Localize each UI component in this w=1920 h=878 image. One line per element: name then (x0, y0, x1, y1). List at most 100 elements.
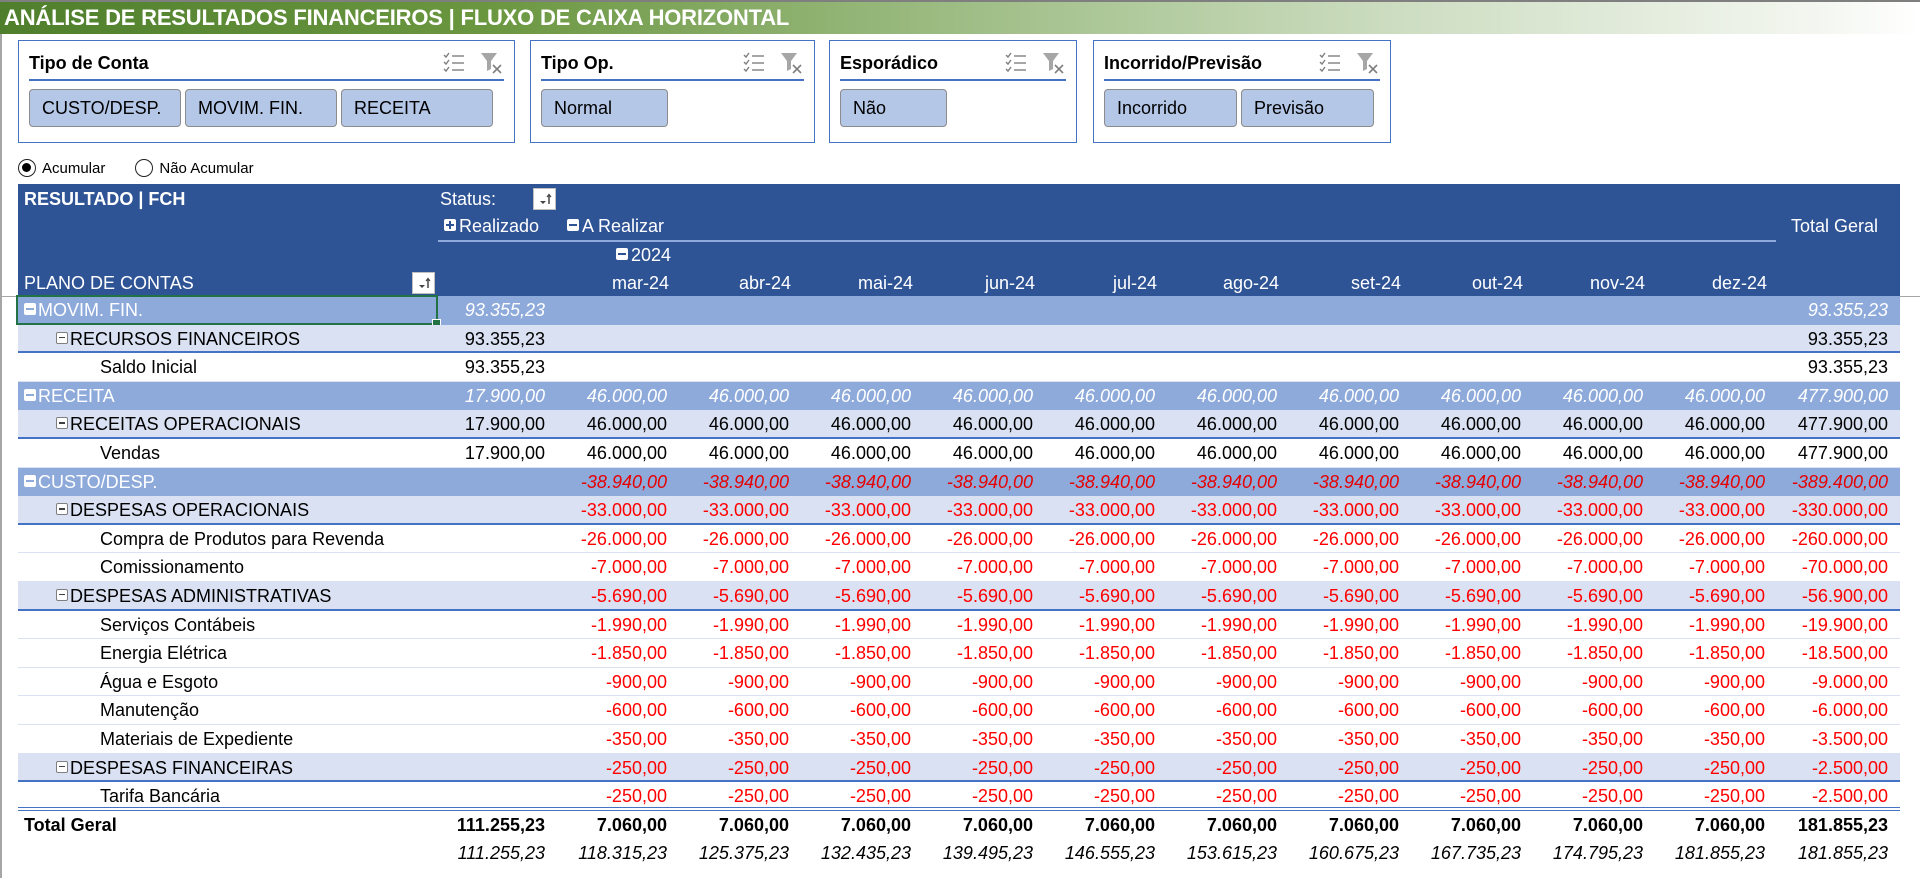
collapse-icon[interactable] (24, 303, 36, 315)
collapse-icon[interactable] (24, 388, 36, 401)
value-cell[interactable]: -7.000,00 (957, 553, 1033, 581)
collapse-icon[interactable] (567, 219, 579, 231)
row-label[interactable]: Manutenção (18, 696, 199, 724)
value-cell[interactable]: -2.500,00 (1812, 782, 1888, 807)
value-cell[interactable]: -250,00 (850, 782, 911, 807)
value-cell[interactable]: 46.000,00 (1563, 439, 1643, 467)
value-cell[interactable]: 111.255,23 (457, 811, 545, 840)
value-cell[interactable]: -5.690,00 (957, 582, 1033, 609)
value-cell[interactable]: -250,00 (1338, 782, 1399, 807)
slicer-item[interactable]: MOVIM. FIN. (185, 89, 337, 127)
value-cell[interactable]: 118.315,23 (578, 839, 667, 868)
value-cell[interactable]: -38.940,00 (947, 468, 1033, 497)
value-cell[interactable]: -7.000,00 (1079, 553, 1155, 581)
value-cell[interactable]: -38.940,00 (581, 468, 667, 497)
value-cell[interactable]: 46.000,00 (1441, 410, 1521, 437)
value-cell[interactable]: -56.900,00 (1802, 582, 1888, 609)
row-label[interactable]: Compra de Produtos para Revenda (18, 525, 384, 553)
slicer-item[interactable]: Incorrido (1104, 89, 1237, 127)
value-cell[interactable]: -33.000,00 (581, 496, 667, 523)
value-cell[interactable]: 7.060,00 (841, 811, 911, 840)
value-cell[interactable]: -350,00 (1582, 725, 1643, 753)
value-cell[interactable]: 46.000,00 (587, 382, 667, 411)
value-cell[interactable]: 46.000,00 (953, 382, 1033, 411)
row-label[interactable]: Água e Esgoto (18, 668, 218, 696)
value-cell[interactable]: -9.000,00 (1812, 668, 1888, 696)
value-cell[interactable]: -7.000,00 (1323, 553, 1399, 581)
value-cell[interactable]: -600,00 (1338, 696, 1399, 724)
collapse-icon[interactable] (56, 331, 68, 344)
value-cell[interactable]: -38.940,00 (1435, 468, 1521, 497)
value-cell[interactable]: -1.850,00 (591, 639, 667, 667)
value-cell[interactable]: 181.855,23 (1798, 839, 1888, 868)
collapse-icon[interactable] (56, 503, 68, 516)
multi-select-icon[interactable] (1004, 51, 1030, 75)
value-cell[interactable]: -7.000,00 (835, 553, 911, 581)
value-cell[interactable]: -389.400,00 (1792, 468, 1888, 497)
value-cell[interactable]: -5.690,00 (713, 582, 789, 609)
value-cell[interactable]: -900,00 (1704, 668, 1765, 696)
clear-filter-icon[interactable] (778, 51, 804, 75)
value-cell[interactable]: 46.000,00 (709, 410, 789, 437)
value-cell[interactable]: -350,00 (850, 725, 911, 753)
value-cell[interactable]: -5.690,00 (591, 582, 667, 609)
value-cell[interactable]: -7.000,00 (1567, 553, 1643, 581)
row-label[interactable]: Vendas (18, 439, 160, 467)
row-label[interactable]: DESPESAS ADMINISTRATIVAS (18, 582, 331, 609)
value-cell[interactable]: -1.850,00 (1689, 639, 1765, 667)
value-cell[interactable]: -600,00 (1460, 696, 1521, 724)
value-cell[interactable]: 46.000,00 (1197, 382, 1277, 411)
value-cell[interactable]: 93.355,23 (1808, 296, 1888, 325)
value-cell[interactable]: -250,00 (1704, 754, 1765, 781)
value-cell[interactable]: -38.940,00 (1069, 468, 1155, 497)
value-cell[interactable]: -26.000,00 (1679, 525, 1765, 553)
value-cell[interactable]: -5.690,00 (835, 582, 911, 609)
row-label[interactable]: Tarifa Bancária (18, 782, 220, 807)
value-cell[interactable]: 46.000,00 (1563, 382, 1643, 411)
radio-acumular[interactable]: Acumular (18, 159, 105, 177)
value-cell[interactable]: 46.000,00 (953, 439, 1033, 467)
value-cell[interactable]: -6.000,00 (1812, 696, 1888, 724)
value-cell[interactable]: -3.500,00 (1812, 725, 1888, 753)
value-cell[interactable]: -330.000,00 (1792, 496, 1888, 523)
value-cell[interactable]: -1.990,00 (713, 611, 789, 639)
row-label[interactable]: Saldo Inicial (18, 353, 197, 381)
value-cell[interactable]: -33.000,00 (947, 496, 1033, 523)
value-cell[interactable]: -38.940,00 (825, 468, 911, 497)
value-cell[interactable]: -26.000,00 (1313, 525, 1399, 553)
status-group-a-realizar[interactable]: A Realizar (567, 216, 664, 237)
value-cell[interactable]: 7.060,00 (1573, 811, 1643, 840)
row-label[interactable]: Energia Elétrica (18, 639, 227, 667)
value-cell[interactable]: -26.000,00 (947, 525, 1033, 553)
value-cell[interactable]: 46.000,00 (1563, 410, 1643, 437)
value-cell[interactable]: -26.000,00 (703, 525, 789, 553)
value-cell[interactable]: -250,00 (606, 782, 667, 807)
value-cell[interactable]: -600,00 (850, 696, 911, 724)
value-cell[interactable]: -600,00 (1094, 696, 1155, 724)
value-cell[interactable]: 93.355,23 (465, 296, 545, 325)
value-cell[interactable]: -1.850,00 (957, 639, 1033, 667)
value-cell[interactable]: 46.000,00 (709, 382, 789, 411)
value-cell[interactable]: -38.940,00 (1191, 468, 1277, 497)
value-cell[interactable]: -5.690,00 (1567, 582, 1643, 609)
value-cell[interactable]: 7.060,00 (597, 811, 667, 840)
year-header[interactable]: 2024 (616, 245, 671, 266)
value-cell[interactable]: 46.000,00 (831, 439, 911, 467)
value-cell[interactable]: -250,00 (1094, 754, 1155, 781)
value-cell[interactable]: -33.000,00 (703, 496, 789, 523)
value-cell[interactable]: -250,00 (1582, 782, 1643, 807)
value-cell[interactable]: -250,00 (606, 754, 667, 781)
value-cell[interactable]: -26.000,00 (581, 525, 667, 553)
value-cell[interactable]: -350,00 (1338, 725, 1399, 753)
value-cell[interactable]: -900,00 (1216, 668, 1277, 696)
radio-indicator[interactable] (135, 159, 154, 177)
value-cell[interactable]: 146.555,23 (1065, 839, 1155, 868)
row-label[interactable]: Comissionamento (18, 553, 244, 581)
value-cell[interactable]: -70.000,00 (1802, 553, 1888, 581)
value-cell[interactable]: 153.615,23 (1187, 839, 1277, 868)
collapse-icon[interactable] (24, 474, 36, 487)
slicer-item[interactable]: Normal (541, 89, 668, 127)
collapse-icon[interactable] (616, 248, 628, 260)
value-cell[interactable]: 46.000,00 (1441, 439, 1521, 467)
value-cell[interactable]: -26.000,00 (825, 525, 911, 553)
